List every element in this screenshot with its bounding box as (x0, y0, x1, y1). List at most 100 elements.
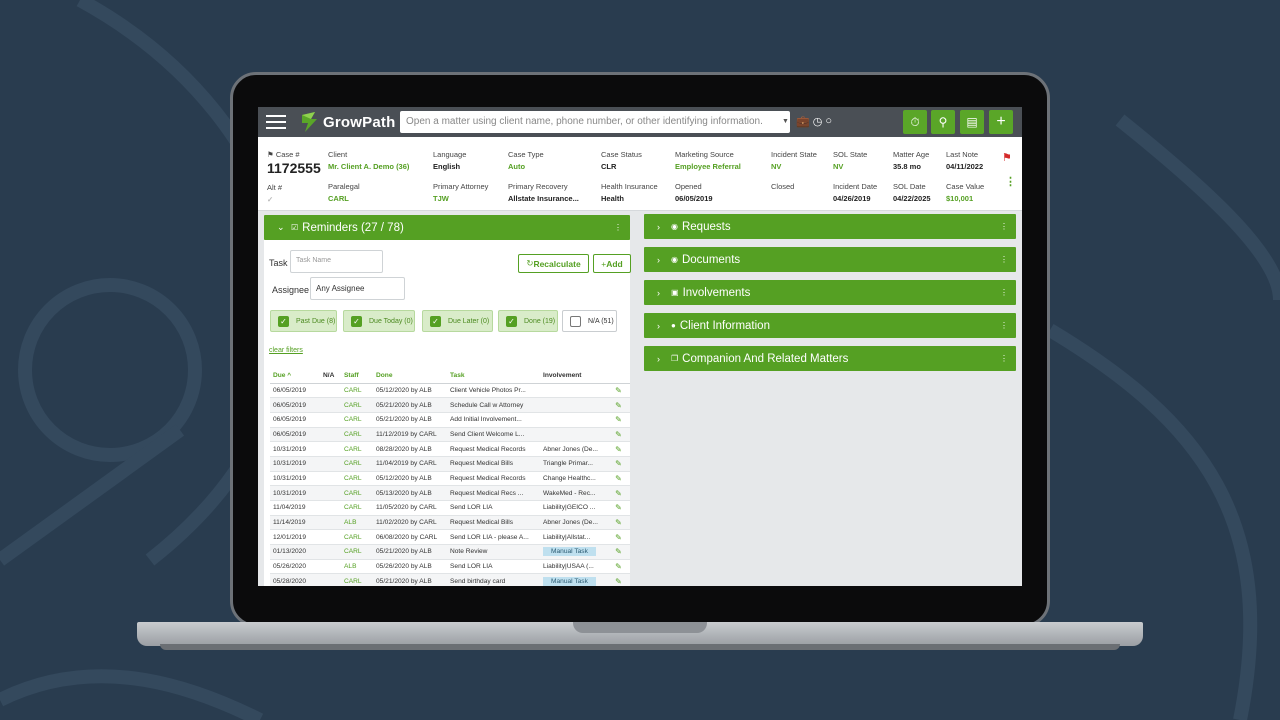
cell-involvement (540, 412, 607, 428)
task-name-input[interactable]: Task Name (290, 250, 383, 273)
case-field-case-type: Case Type Auto (508, 150, 544, 171)
column-header[interactable]: Staff (341, 369, 373, 384)
pencil-icon[interactable]: ✎ (607, 515, 630, 531)
panel-companion-and-related-matters[interactable]: › ❐ Companion And Related Matters ⋮ (644, 346, 1016, 371)
pencil-icon[interactable]: ✎ (607, 485, 630, 501)
case-field-closed: Closed (771, 182, 795, 191)
column-header[interactable]: Due ^ (270, 369, 320, 384)
briefcase-icon[interactable]: 💼 (796, 115, 810, 128)
add-reminder-button[interactable]: + Add (593, 254, 631, 273)
more-options-icon[interactable]: ⋮ (1000, 222, 1008, 231)
lock-icon: ⚑ (267, 150, 274, 159)
timer-button[interactable]: ⏱ (903, 110, 927, 134)
column-header[interactable]: Task (447, 369, 540, 384)
table-row[interactable]: 10/31/2019 CARL 08/28/2020 by ALB Request M… (270, 441, 630, 457)
cell-staff: ALB (341, 515, 373, 531)
pencil-icon[interactable]: ✎ (607, 471, 630, 487)
cell-done: 11/12/2019 by CARL (373, 427, 447, 443)
table-row[interactable]: 06/05/2019 CARL 05/21/2020 by ALB Add Initi… (270, 412, 630, 428)
column-header[interactable]: N/A (320, 369, 341, 384)
cell-staff: CARL (341, 441, 373, 457)
clear-filters-link[interactable]: clear filters (269, 347, 303, 354)
right-column-empty (644, 373, 1016, 586)
top-navbar: GrowPath Open a matter using client name… (258, 107, 1022, 137)
checkbox-checked-icon: ✓ (430, 315, 441, 327)
pencil-icon[interactable]: ✎ (607, 441, 630, 457)
table-row[interactable]: 01/13/2020 CARL 05/21/2020 by ALB Note Revi… (270, 544, 630, 560)
filter-done[interactable]: ✓ Done (19) (498, 310, 558, 332)
pencil-icon[interactable]: ✎ (607, 456, 630, 472)
document-button[interactable]: ▤ (960, 110, 984, 134)
clock-icon[interactable]: ◷ (813, 115, 823, 128)
matter-search-input[interactable]: Open a matter using client name, phone n… (400, 111, 790, 133)
table-row[interactable]: 05/28/2020 CARL 05/21/2020 by ALB Send birt… (270, 573, 630, 586)
more-options-icon[interactable]: ⋮ (614, 223, 622, 232)
circle-icon[interactable]: ○ (825, 115, 832, 128)
more-options-icon[interactable]: ⋮ (1000, 321, 1008, 330)
table-row[interactable]: 10/31/2019 CARL 05/13/2020 by ALB Request M… (270, 485, 630, 501)
refresh-icon: ↻ (526, 258, 534, 268)
case-field-marketing-source: Marketing Source Employee Referral (675, 150, 741, 171)
panel-requests[interactable]: › ◉ Requests ⋮ (644, 214, 1016, 239)
add-button[interactable]: + (989, 110, 1013, 134)
filter-due-today[interactable]: ✓ Due Today (0) (343, 310, 415, 332)
column-header[interactable]: Involvement (540, 369, 607, 384)
cell-na (320, 485, 341, 501)
reminders-panel-body: Task Task Name Assignee Any Assignee ↻ Re… (264, 240, 631, 586)
pencil-icon[interactable]: ✎ (607, 544, 630, 560)
cell-done: 05/21/2020 by ALB (373, 573, 447, 586)
table-row[interactable]: 06/05/2019 CARL 11/12/2019 by CARL Send Cli… (270, 427, 630, 443)
table-row[interactable]: 12/01/2019 CARL 06/08/2020 by CARL Send LOR… (270, 529, 630, 546)
pencil-icon[interactable]: ✎ (607, 529, 630, 546)
cell-staff: CARL (341, 397, 373, 413)
table-row[interactable]: 11/04/2019 CARL 11/05/2020 by CARL Send LOR… (270, 500, 630, 516)
pencil-icon[interactable]: ✎ (607, 412, 630, 428)
cell-staff: CARL (341, 529, 373, 546)
reminders-table: Due ^ N/A Staff Done Task Involvement 06/05/2… (270, 369, 630, 586)
alt-label: Alt # ✓ (267, 183, 283, 204)
chevron-right-icon: › (657, 320, 660, 331)
table-row[interactable]: 10/31/2019 CARL 11/04/2019 by CARL Request … (270, 456, 630, 472)
filter-due-later[interactable]: ✓ Due Later (0) (422, 310, 493, 332)
pencil-icon[interactable]: ✎ (607, 397, 630, 413)
case-field-language: Language English (433, 150, 467, 171)
menu-icon[interactable] (266, 115, 286, 129)
panel-documents[interactable]: › ◉ Documents ⋮ (644, 247, 1016, 272)
cell-staff: ALB (341, 559, 373, 575)
table-row[interactable]: 06/05/2019 CARL 05/21/2020 by ALB Schedule … (270, 397, 630, 413)
flag-icon[interactable]: ⚑ (1002, 151, 1012, 164)
pencil-icon[interactable]: ✎ (607, 559, 630, 575)
more-options-icon[interactable]: ⋮ (1000, 255, 1008, 264)
manual-task-badge: Manual Task (543, 576, 596, 586)
search-button[interactable]: ⚲ (931, 110, 955, 134)
assignee-select[interactable]: Any Assignee (310, 277, 405, 300)
task-label: Task (269, 258, 288, 268)
more-options-icon[interactable]: ⋮ (1000, 288, 1008, 297)
pencil-icon[interactable]: ✎ (607, 427, 630, 443)
table-row[interactable]: 11/14/2019 ALB 11/02/2020 by CARL Request M… (270, 515, 630, 531)
search-dropdown-icon[interactable]: ▼ (782, 118, 789, 125)
column-header[interactable]: Done (373, 369, 447, 384)
table-row[interactable]: 10/31/2019 CARL 05/12/2020 by ALB Request M… (270, 471, 630, 487)
pencil-icon[interactable]: ✎ (607, 573, 630, 586)
pencil-icon[interactable]: ✎ (607, 383, 630, 399)
case-info-header: ⚑ Case # 1172555 Alt # ✓ Client Mr. Clien… (258, 137, 1022, 211)
chevron-right-icon: › (657, 221, 660, 232)
cell-staff: CARL (341, 383, 373, 399)
filter-n-a[interactable]: N/A (51) (562, 310, 617, 332)
case-field-paralegal: Paralegal CARL (328, 182, 360, 203)
cell-task: Note Review (447, 544, 540, 560)
pencil-icon[interactable]: ✎ (607, 500, 630, 516)
filter-past-due[interactable]: ✓ Past Due (8) (270, 310, 337, 332)
reminders-panel-header[interactable]: ⌄ ☑ Reminders (27 / 78) ⋮ (264, 215, 630, 240)
table-row[interactable]: 06/05/2019 CARL 05/12/2020 by ALB Client Ve… (270, 383, 630, 399)
app-logo[interactable]: GrowPath (299, 111, 395, 133)
more-options-icon[interactable]: ⋮ (1005, 175, 1016, 188)
more-options-icon[interactable]: ⋮ (1000, 354, 1008, 363)
panel-client-information[interactable]: › ● Client Information ⋮ (644, 313, 1016, 338)
panel-involvements[interactable]: › ▣ Involvements ⋮ (644, 280, 1016, 305)
cell-done: 11/02/2020 by CARL (373, 515, 447, 531)
case-field-incident-date: Incident Date 04/26/2019 (833, 182, 878, 203)
recalculate-button[interactable]: ↻ Recalculate (518, 254, 589, 273)
table-row[interactable]: 05/26/2020 ALB 05/26/2020 by ALB Send LOR L… (270, 559, 630, 575)
